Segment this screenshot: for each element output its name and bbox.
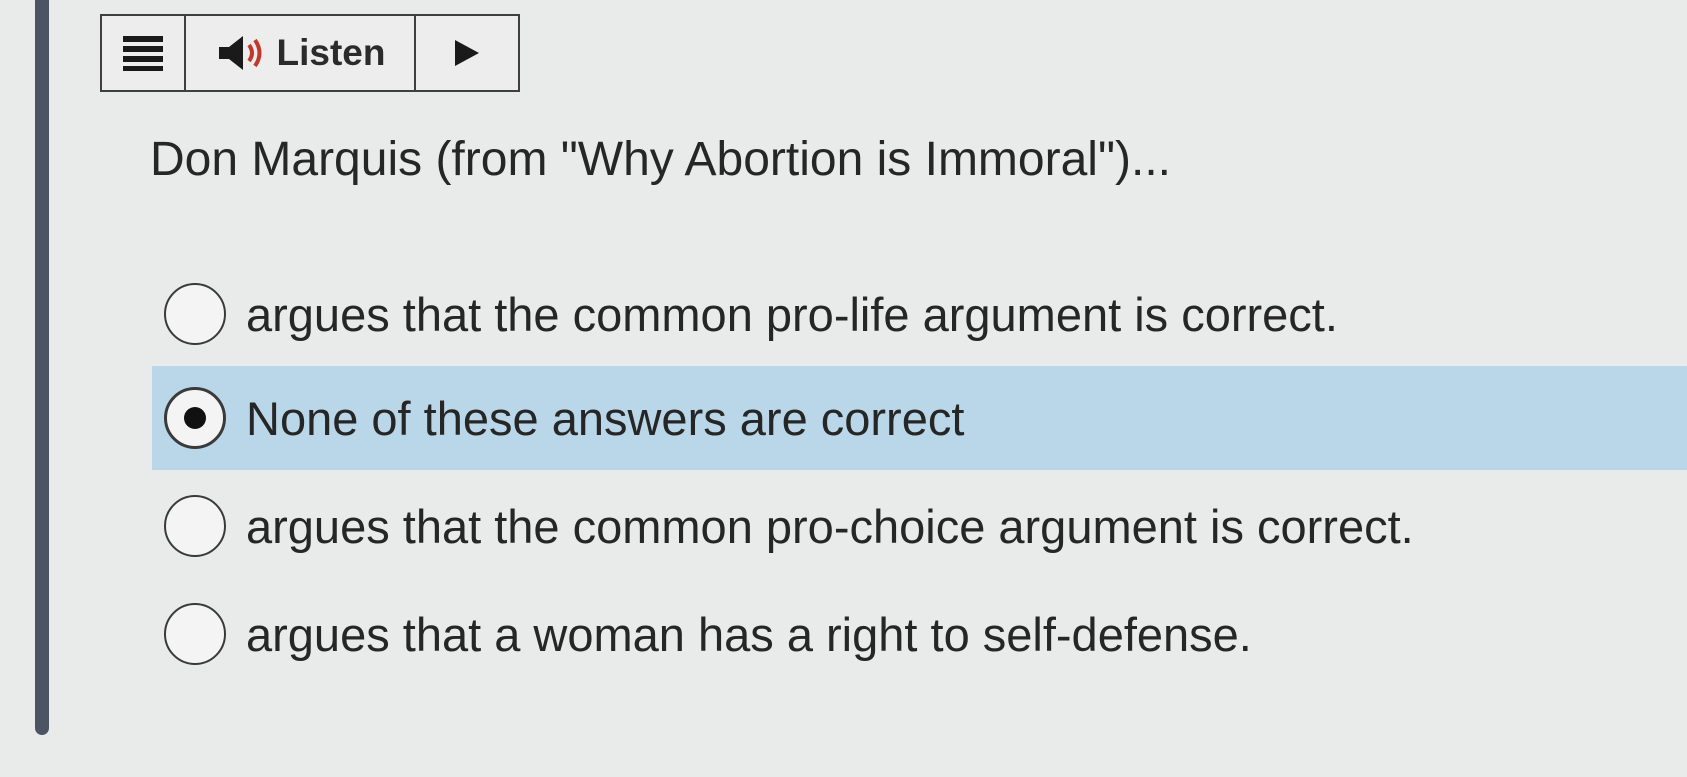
speaker-icon: [218, 36, 262, 70]
radio-button[interactable]: [164, 495, 226, 557]
menu-button[interactable]: [102, 16, 186, 90]
radio-button[interactable]: [164, 603, 226, 665]
radio-button[interactable]: [164, 387, 226, 449]
left-rail: [35, 0, 49, 735]
answer-option-3[interactable]: argues that the common pro-choice argume…: [152, 474, 1552, 578]
hamburger-icon: [123, 36, 163, 71]
radio-button[interactable]: [164, 283, 226, 345]
answer-label: None of these answers are correct: [246, 391, 965, 445]
radio-dot: [184, 407, 206, 429]
answer-option-1[interactable]: argues that the common pro-life argument…: [152, 262, 1452, 366]
answer-option-2[interactable]: None of these answers are correct: [152, 366, 1687, 470]
answer-label: argues that the common pro-choice argume…: [246, 499, 1414, 553]
listen-button[interactable]: Listen: [186, 16, 416, 90]
play-button[interactable]: [416, 16, 518, 90]
answer-option-4[interactable]: argues that a woman has a right to self-…: [152, 582, 1452, 686]
read-aloud-toolbar: Listen: [100, 14, 520, 92]
listen-label: Listen: [276, 32, 386, 73]
question-text: Don Marquis (from "Why Abortion is Immor…: [150, 133, 1171, 186]
play-icon: [455, 40, 479, 66]
answer-label: argues that the common pro-life argument…: [246, 287, 1338, 341]
answer-label: argues that a woman has a right to self-…: [246, 607, 1252, 661]
